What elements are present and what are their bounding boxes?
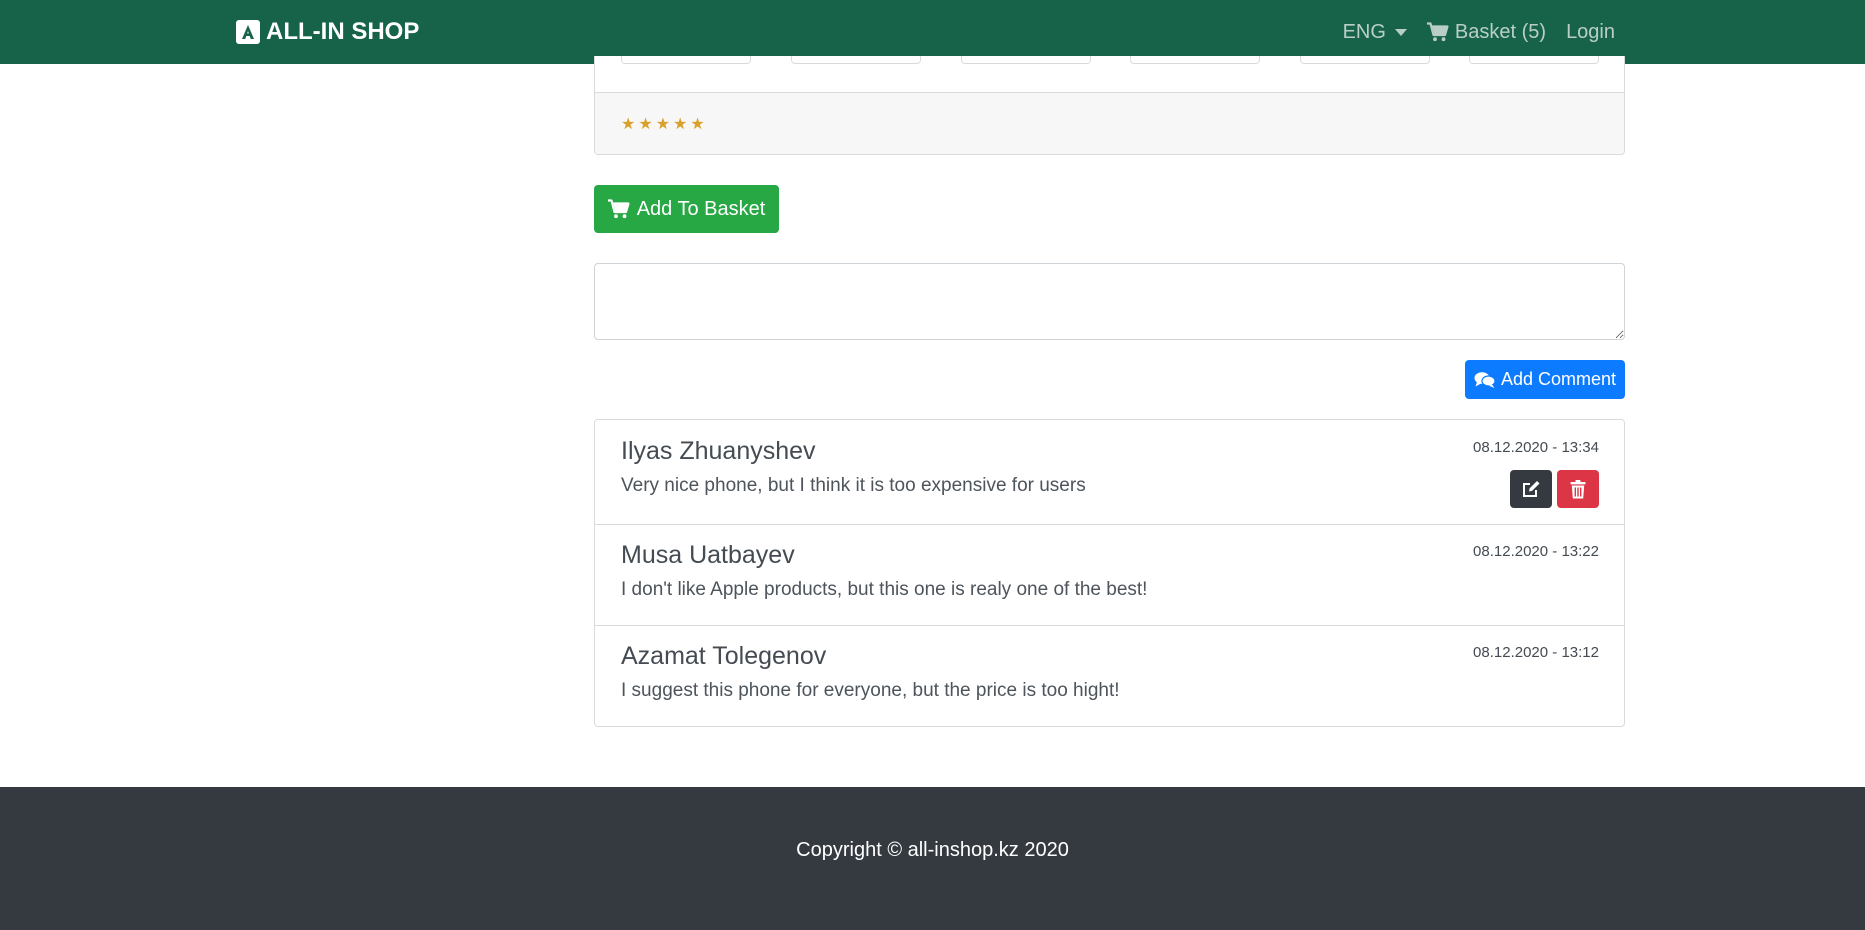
comments-icon (1474, 371, 1496, 388)
comment-author: Ilyas Zhuanyshev (621, 437, 816, 465)
add-to-basket-button[interactable]: Add To Basket (594, 185, 779, 233)
comment-date: 08.12.2020 - 13:22 (1473, 543, 1599, 560)
language-dropdown[interactable]: ENG (1343, 21, 1407, 44)
chevron-down-icon (1394, 28, 1407, 36)
comment-textarea[interactable] (594, 263, 1625, 340)
comment-item: Musa Uatbayev 08.12.2020 - 13:22 I don't… (595, 525, 1624, 626)
thumbnail[interactable] (1300, 56, 1430, 64)
login-link[interactable]: Login (1566, 21, 1615, 44)
language-label: ENG (1342, 20, 1386, 43)
login-label: Login (1566, 20, 1615, 43)
brand-name: ALL-IN SHOP (266, 18, 420, 45)
brand-link[interactable]: ALL-IN SHOP (236, 0, 419, 64)
shopping-cart-icon (1426, 22, 1449, 42)
basket-link[interactable]: Basket (5) (1426, 20, 1547, 44)
comment-author: Musa Uatbayev (621, 541, 795, 569)
rating-stars-icon: ★★★★★ (621, 116, 708, 133)
nav-right: ENG Basket (5) Login (1343, 0, 1615, 64)
comment-text: Very nice phone, but I think it is too e… (621, 475, 1086, 496)
add-comment-button[interactable]: Add Comment (1465, 360, 1625, 399)
edit-comment-button[interactable] (1510, 470, 1552, 508)
add-comment-label: Add Comment (1500, 369, 1617, 389)
delete-comment-button[interactable] (1557, 470, 1599, 508)
thumbnail[interactable] (961, 56, 1091, 64)
product-rating: ★★★★★ (595, 93, 1624, 154)
edit-icon (1523, 481, 1540, 497)
comment-date: 08.12.2020 - 13:12 (1473, 644, 1599, 661)
comment-text: I don't like Apple products, but this on… (621, 579, 1148, 600)
trash-icon (1570, 479, 1586, 498)
thumbnail[interactable] (621, 56, 751, 64)
brand-logo-icon (236, 20, 260, 44)
top-navbar: ALL-IN SHOP ENG Basket (5) Login (0, 0, 1865, 64)
product-card: ★★★★★ (594, 56, 1625, 155)
thumbnail[interactable] (1469, 56, 1599, 64)
shopping-cart-icon (607, 199, 630, 219)
product-thumbnails (595, 56, 1624, 93)
thumbnail[interactable] (1130, 56, 1260, 64)
comments-list: Ilyas Zhuanyshev 08.12.2020 - 13:34 Very… (594, 419, 1625, 727)
basket-label: Basket (5) (1454, 20, 1547, 43)
comment-date: 08.12.2020 - 13:34 (1473, 439, 1599, 456)
comment-text: I suggest this phone for everyone, but t… (621, 680, 1120, 701)
copyright-text: Copyright © all-inshop.kz 2020 (796, 839, 1069, 861)
comment-actions (1510, 470, 1599, 508)
comment-author: Azamat Tolegenov (621, 642, 827, 670)
add-to-basket-label: Add To Basket (636, 197, 766, 220)
comment-item: Ilyas Zhuanyshev 08.12.2020 - 13:34 Very… (595, 420, 1624, 525)
thumbnail[interactable] (791, 56, 921, 64)
page-footer: Copyright © all-inshop.kz 2020 (0, 787, 1865, 930)
comment-item: Azamat Tolegenov 08.12.2020 - 13:12 I su… (595, 626, 1624, 726)
